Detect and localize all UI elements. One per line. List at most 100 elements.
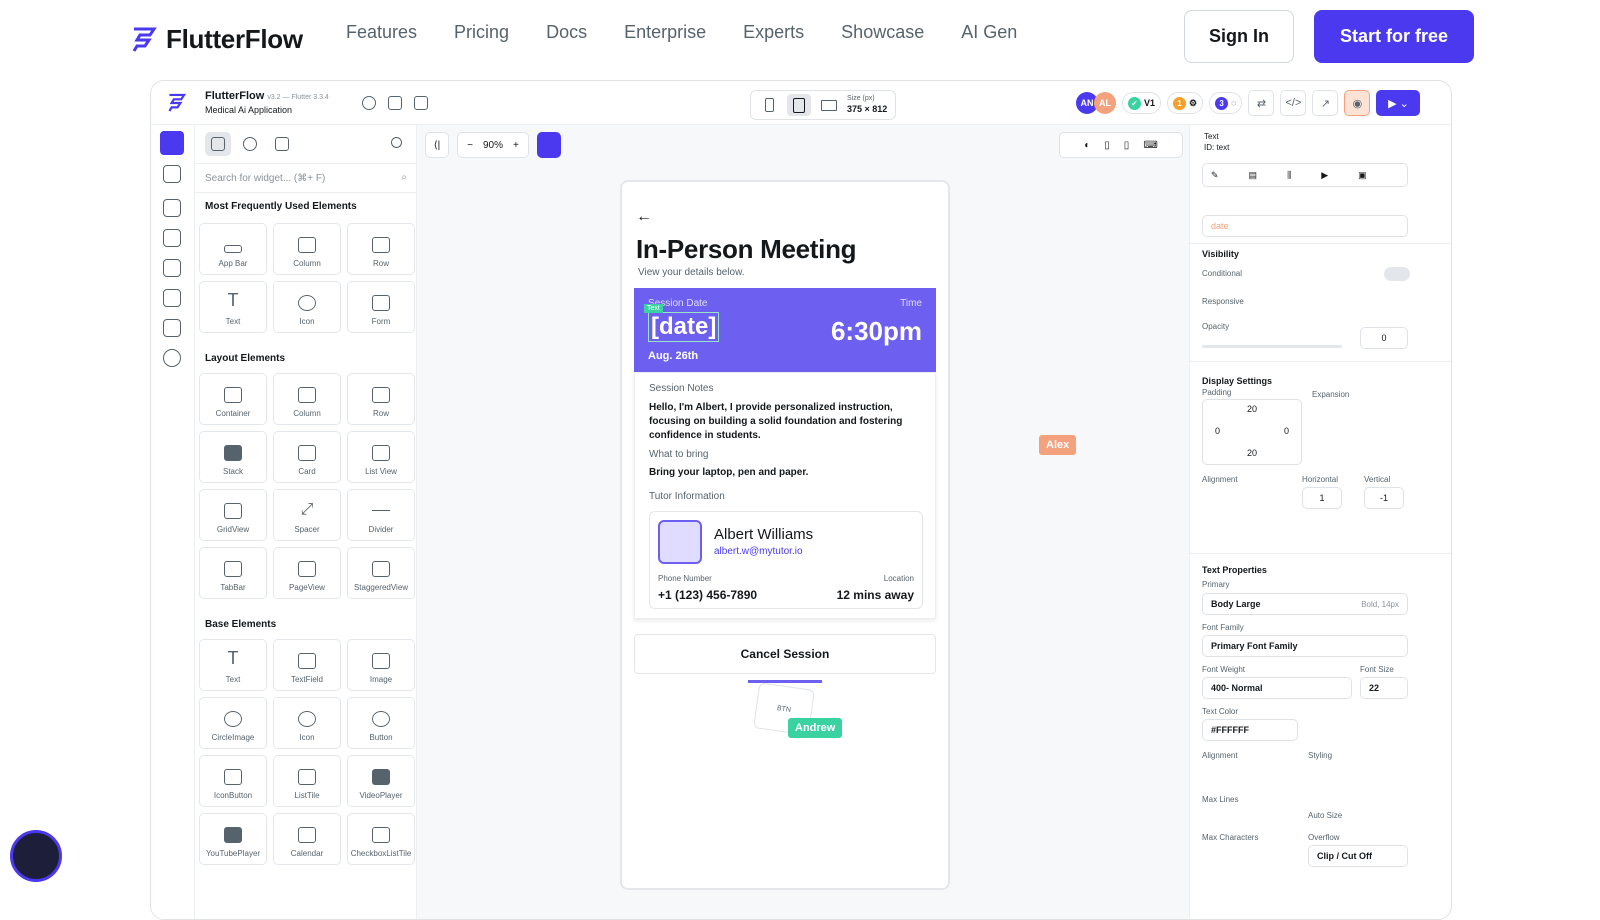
font-size-dropdown[interactable]: 22 <box>1360 677 1408 699</box>
tab-more-icon[interactable]: ▣ <box>1358 170 1367 181</box>
widget-checkboxlisttile[interactable]: CheckboxListTile <box>347 813 415 865</box>
tab-widgets[interactable] <box>205 132 231 156</box>
padding-left[interactable]: 0 <box>1215 426 1220 436</box>
padding-editor[interactable]: 20 0 0 20 <box>1202 399 1302 465</box>
zoom-out-icon[interactable]: − <box>467 140 473 151</box>
back-arrow-icon[interactable]: ← <box>636 208 652 226</box>
conditional-toggle[interactable] <box>1384 267 1410 281</box>
widget-id[interactable]: ID: text <box>1204 143 1229 152</box>
chat-support-button[interactable] <box>10 830 62 882</box>
vertical-input[interactable]: -1 <box>1364 487 1404 509</box>
widget-gridview[interactable]: GridView <box>199 489 267 541</box>
visibility-header[interactable]: Visibility <box>1202 249 1239 259</box>
text-color-field[interactable]: #FFFFFF <box>1202 719 1298 741</box>
widget-container[interactable]: Container <box>199 373 267 425</box>
preview-eye-icon[interactable]: ◉ <box>1344 90 1371 116</box>
keyboard-icon[interactable]: ⌨ <box>1143 140 1157 151</box>
widget-videoplayer[interactable]: VideoPlayer <box>347 755 415 807</box>
padding-right[interactable]: 0 <box>1284 426 1289 436</box>
widget-palette-icon[interactable] <box>160 131 184 155</box>
zoom-in-icon[interactable]: + <box>513 140 519 151</box>
issues-badge[interactable]: 1 ⚙ <box>1167 92 1204 114</box>
tab-backend-icon[interactable]: ▤ <box>1249 170 1258 181</box>
time-value[interactable]: 6:30pm <box>831 316 922 347</box>
cancel-session-button[interactable]: Cancel Session <box>634 634 936 674</box>
widget-tree-icon[interactable] <box>163 165 181 183</box>
info-icon[interactable] <box>391 137 402 148</box>
sign-in-button[interactable]: Sign In <box>1184 10 1294 63</box>
font-weight-dropdown[interactable]: 400- Normal <box>1202 677 1352 699</box>
display-settings-header[interactable]: Display Settings <box>1202 376 1272 386</box>
widget-listtile[interactable]: ListTile <box>273 755 341 807</box>
code-icon[interactable]: </> <box>1280 90 1307 116</box>
help-icon[interactable] <box>362 96 376 110</box>
font-family-field[interactable]: Primary Font Family <box>1202 635 1408 657</box>
tutor-card[interactable]: Albert Williams albert.w@mytutor.io Phon… <box>649 511 923 609</box>
flutterflow-logo[interactable]: FlutterFlow <box>128 24 303 55</box>
widget-image[interactable]: Image <box>347 639 415 691</box>
widget-button[interactable]: Button <box>347 697 415 749</box>
widget-divider[interactable]: Divider <box>347 489 415 541</box>
overflow-dropdown[interactable]: Clip / Cut Off <box>1308 845 1408 867</box>
tablet-icon[interactable]: ▯ <box>1104 140 1110 151</box>
padding-top[interactable]: 20 <box>1247 404 1257 414</box>
tablet-device-icon[interactable] <box>787 94 811 116</box>
section-frequent[interactable]: Most Frequently Used Elements <box>205 201 357 212</box>
widget-iconbutton[interactable]: IconButton <box>199 755 267 807</box>
bound-value-field[interactable]: date <box>1202 215 1408 237</box>
phone-device-icon[interactable] <box>757 94 781 116</box>
storyboard-icon[interactable] <box>163 199 181 217</box>
widget-textfield[interactable]: TextField <box>273 639 341 691</box>
widget-card[interactable]: Card <box>273 431 341 483</box>
nav-ai-gen[interactable]: AI Gen <box>961 22 1017 43</box>
version-badge[interactable]: ✓ V1 <box>1122 92 1162 114</box>
opacity-input[interactable]: 0 <box>1360 327 1408 349</box>
tab-components[interactable] <box>237 132 263 156</box>
widget-column[interactable]: Column <box>273 223 341 275</box>
avatar-al[interactable]: AL <box>1094 92 1116 114</box>
widget-row[interactable]: Row <box>347 373 415 425</box>
tutor-email[interactable]: albert.w@mytutor.io <box>714 546 803 557</box>
search-file-icon[interactable] <box>414 96 428 110</box>
widget-staggeredview[interactable]: StaggeredView <box>347 547 415 599</box>
widget-pageview[interactable]: PageView <box>273 547 341 599</box>
tab-templates[interactable] <box>269 132 295 156</box>
widget-form[interactable]: Form <box>347 281 415 333</box>
database-icon[interactable] <box>388 96 402 110</box>
bring-text[interactable]: Bring your laptop, pen and paper. <box>649 466 921 480</box>
widget-icon[interactable]: Icon <box>273 697 341 749</box>
widget-stack[interactable]: Stack <box>199 431 267 483</box>
start-free-button[interactable]: Start for free <box>1314 10 1474 63</box>
widget-youtubeplayer[interactable]: YouTubePlayer <box>199 813 267 865</box>
components-icon[interactable] <box>163 259 181 277</box>
media-icon[interactable] <box>163 289 181 307</box>
open-external-icon[interactable]: ↗ <box>1312 90 1339 116</box>
tab-properties-icon[interactable]: ✎ <box>1211 170 1219 181</box>
api-icon[interactable] <box>163 319 181 337</box>
theme-style-dropdown[interactable]: Body Large Bold, 14px <box>1202 593 1408 615</box>
widget-calendar[interactable]: Calendar <box>273 813 341 865</box>
section-base[interactable]: Base Elements <box>205 619 276 630</box>
date-subtext[interactable]: Aug. 26th <box>648 350 698 362</box>
horizontal-input[interactable]: 1 <box>1302 487 1342 509</box>
nav-showcase[interactable]: Showcase <box>841 22 924 43</box>
padding-bottom[interactable]: 20 <box>1247 448 1257 458</box>
desktop-device-icon[interactable] <box>817 94 841 116</box>
branch-icon[interactable]: ⇄ <box>1248 90 1275 116</box>
collapse-panel-icon[interactable]: ⟨| <box>425 132 449 158</box>
session-header[interactable]: Session Date Time [date] Text 6:30pm Aug… <box>634 288 936 372</box>
widget-circleimage[interactable]: CircleImage <box>199 697 267 749</box>
nav-enterprise[interactable]: Enterprise <box>624 22 706 43</box>
tab-layout-icon[interactable]: ⫼ <box>1287 170 1291 181</box>
widget-column[interactable]: Column <box>273 373 341 425</box>
widget-tabbar[interactable]: TabBar <box>199 547 267 599</box>
text-properties-header[interactable]: Text Properties <box>1202 565 1267 575</box>
widget-list-view[interactable]: List View <box>347 431 415 483</box>
pages-icon[interactable] <box>163 229 181 247</box>
widget-text[interactable]: T Text <box>199 281 267 333</box>
comments-badge[interactable]: 3 ◌ <box>1209 92 1243 114</box>
nav-pricing[interactable]: Pricing <box>454 22 509 43</box>
nav-experts[interactable]: Experts <box>743 22 804 43</box>
nav-docs[interactable]: Docs <box>546 22 587 43</box>
run-button[interactable]: ▶ ⌄ <box>1376 90 1421 116</box>
